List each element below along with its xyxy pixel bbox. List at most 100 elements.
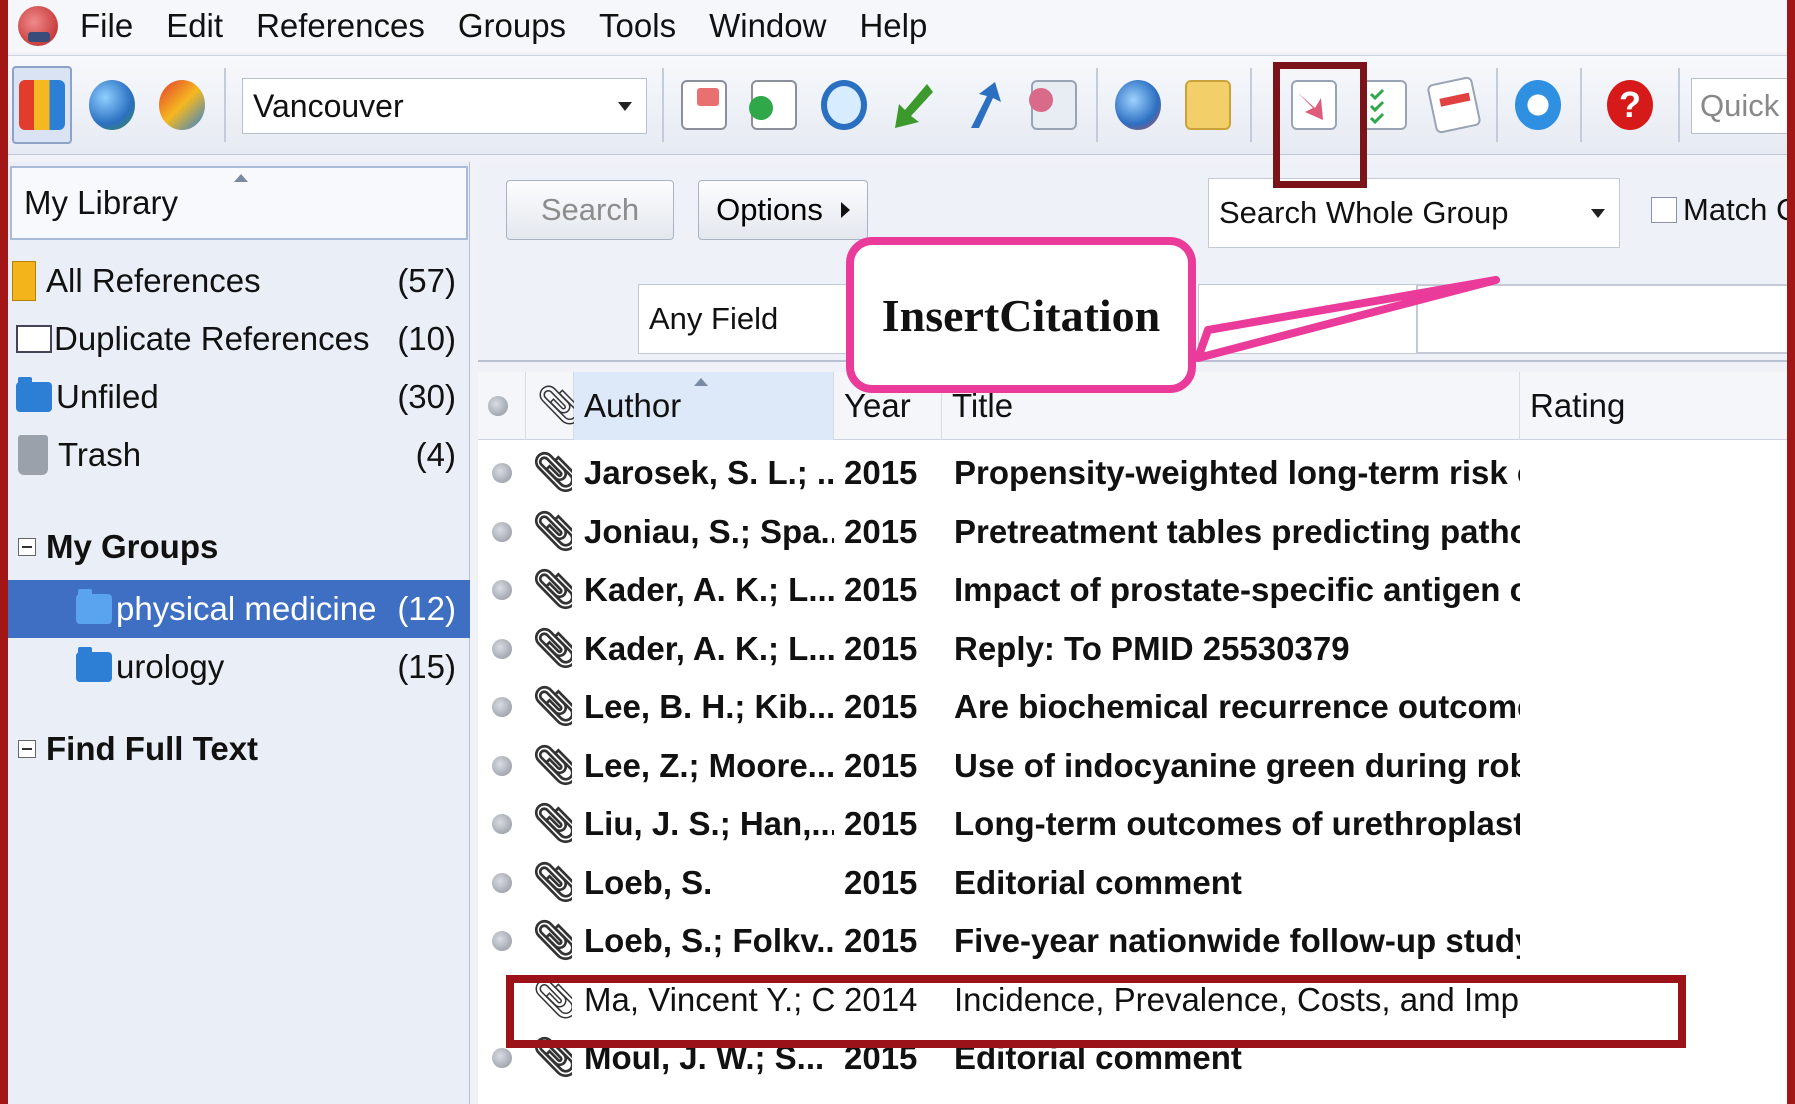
menu-edit[interactable]: Edit: [166, 7, 223, 45]
my-groups-header[interactable]: My Groups: [8, 518, 470, 576]
year-cell: 2015: [844, 688, 918, 725]
return-to-word-button[interactable]: [1424, 66, 1484, 144]
chevron-down-icon: [1591, 208, 1605, 218]
match-case-label: Match Ca: [1683, 192, 1787, 227]
menu-groups[interactable]: Groups: [458, 7, 566, 45]
read-status-column[interactable]: [478, 372, 526, 440]
format-bibliography-icon: [1361, 80, 1407, 130]
table-row[interactable]: 📎︎ Joniau, S.; Spa... 2015 Pretreatment tab…: [478, 503, 1787, 561]
paperclip-icon: 📎︎: [532, 861, 572, 904]
read-status-cell: [492, 444, 526, 502]
attachment-column[interactable]: 📎︎: [526, 372, 584, 440]
open-file-button[interactable]: [1178, 66, 1238, 144]
sidebar-item-all-references[interactable]: All References (57): [8, 252, 470, 310]
new-reference-icon: [749, 80, 797, 130]
table-row[interactable]: 📎︎ Loeb, S.; Folkv... 2015 Five-year nation…: [478, 912, 1787, 970]
return-to-word-icon: [1426, 75, 1482, 135]
unread-dot-icon: [492, 872, 512, 893]
sidebar-item-duplicate-references[interactable]: Duplicate References (10): [8, 310, 470, 368]
copy-formatted-icon: [681, 80, 727, 130]
open-link-icon: [1115, 80, 1161, 130]
insert-citation-callout: InsertCitation: [846, 237, 1196, 393]
year-cell: 2015: [844, 805, 918, 842]
import-icon: [891, 80, 937, 130]
find-full-text-label: Find Full Text: [46, 730, 259, 767]
table-row[interactable]: 📎︎ Kader, A. K.; L... 2015 Impact of prosta…: [478, 561, 1787, 619]
all-references-icon: [12, 261, 36, 301]
table-row[interactable]: 📎︎ Kader, A. K.; L... 2015 Reply: To PMID 2…: [478, 620, 1787, 678]
read-status-cell: [492, 854, 526, 912]
online-search-button[interactable]: [814, 66, 874, 144]
integrated-library-button[interactable]: [152, 66, 212, 144]
year-cell: 2015: [844, 512, 918, 550]
menu-file[interactable]: File: [80, 7, 133, 45]
table-row[interactable]: 📎︎ Lee, Z.; Moore... 2015 Use of indocyanin…: [478, 737, 1787, 795]
search-button[interactable]: Search: [506, 180, 674, 240]
read-status-cell: [492, 561, 526, 619]
quick-search-input[interactable]: Quick S: [1691, 78, 1787, 134]
menu-references[interactable]: References: [256, 7, 425, 45]
sync-button[interactable]: [1508, 66, 1568, 144]
unread-dot-icon: [492, 755, 512, 776]
import-button[interactable]: [884, 66, 944, 144]
local-library-button[interactable]: [12, 66, 72, 144]
find-full-text-header[interactable]: Find Full Text: [8, 720, 470, 778]
help-button[interactable]: ?: [1600, 66, 1660, 144]
options-button[interactable]: Options: [698, 180, 868, 240]
year-cell: 2015: [844, 863, 918, 901]
sidebar-item-trash[interactable]: Trash (4): [8, 426, 470, 484]
my-library-header[interactable]: My Library: [10, 166, 468, 240]
unread-dot-icon: [492, 463, 512, 483]
attachment-cell: 📎︎: [532, 678, 572, 736]
title-cell: Propensity-weighted long-term risk of ur…: [954, 454, 1520, 491]
open-link-button[interactable]: [1108, 66, 1168, 144]
paperclip-icon: 📎︎: [532, 803, 572, 845]
endnote-window: File Edit References Groups Tools Window…: [8, 0, 1787, 1104]
attachment-cell: 📎︎: [532, 620, 572, 678]
collapse-icon[interactable]: [18, 538, 36, 556]
unfiled-folder-icon: [16, 377, 52, 412]
output-style-select[interactable]: Vancouver: [242, 78, 647, 134]
title-cell: Five-year nationwide follow-up study of …: [954, 922, 1520, 959]
trash-icon: [18, 435, 48, 475]
new-reference-button[interactable]: [744, 66, 804, 144]
sidebar-group-physical-medicine[interactable]: physical medicine (12): [8, 580, 470, 638]
column-rating[interactable]: Rating: [1520, 372, 1787, 440]
column-author[interactable]: Author: [574, 372, 834, 440]
group-folder-icon: [76, 589, 112, 624]
find-full-text-icon: [1029, 80, 1077, 130]
find-full-text-button[interactable]: [1024, 66, 1084, 144]
table-row[interactable]: 📎︎ Jarosek, S. L.; ... 2015 Propensity-weig…: [478, 444, 1787, 502]
sidebar-item-count: (4): [415, 436, 456, 473]
export-button[interactable]: [954, 66, 1014, 144]
sidebar-group-urology[interactable]: urology (15): [8, 638, 470, 696]
collapse-icon[interactable]: [18, 740, 36, 758]
sidebar-item-count: (57): [397, 262, 456, 299]
author-cell: Lee, B. H.; Kib...: [584, 688, 834, 725]
output-style-value: Vancouver: [253, 87, 404, 124]
title-cell: Use of indocyanine green during robot-a.…: [954, 746, 1520, 784]
menu-tools[interactable]: Tools: [599, 7, 676, 45]
checkbox-box[interactable]: [1651, 197, 1677, 223]
table-row[interactable]: 📎︎ Liu, J. S.; Han,... 2015 Long-term outco…: [478, 795, 1787, 853]
match-case-checkbox[interactable]: Match Ca: [1651, 192, 1787, 228]
table-row[interactable]: 📎︎ Loeb, S. 2015 Editorial comment: [478, 854, 1787, 912]
menu-help[interactable]: Help: [859, 7, 927, 45]
title-cell: Editorial comment: [954, 863, 1242, 901]
search-field-select[interactable]: Any Field: [638, 284, 870, 354]
attachment-cell: 📎︎: [532, 737, 572, 795]
sidebar-item-unfiled[interactable]: Unfiled (30): [8, 368, 470, 426]
paperclip-icon: 📎︎: [532, 510, 572, 553]
group-count: (12): [397, 590, 456, 627]
table-row[interactable]: 📎︎ Lee, B. H.; Kib... 2015 Are biochemical …: [478, 678, 1787, 736]
read-status-icon: [488, 396, 508, 416]
copy-formatted-button[interactable]: [674, 66, 734, 144]
read-status-cell: [492, 795, 526, 853]
paperclip-icon: 📎︎: [532, 744, 572, 787]
paperclip-icon: 📎︎: [532, 920, 572, 962]
online-search-mode-button[interactable]: [82, 66, 142, 144]
group-folder-icon: [76, 647, 112, 682]
integrated-library-icon: [159, 80, 205, 130]
menu-window[interactable]: Window: [709, 7, 826, 45]
paperclip-icon: 📎︎: [532, 569, 572, 611]
